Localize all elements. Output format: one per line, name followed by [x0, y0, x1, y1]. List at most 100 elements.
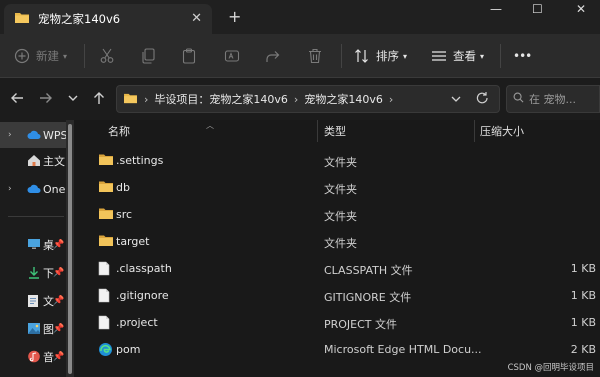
close-tab-icon[interactable]: ✕: [191, 11, 202, 26]
file-icon: [98, 261, 110, 279]
pin-icon: 📌: [53, 296, 65, 306]
file-size: 2 KB: [570, 343, 596, 356]
folder-icon: [98, 153, 114, 169]
sidebar-item-documents[interactable]: 文 📌: [0, 288, 66, 314]
delete-button[interactable]: [308, 34, 322, 78]
pin-icon: 📌: [53, 352, 65, 362]
file-row[interactable]: pom Microsoft Edge HTML Docu... 2 KB: [74, 336, 600, 363]
recent-locations-chevron-icon[interactable]: [68, 91, 78, 109]
breadcrumb-separator-icon: ›: [293, 92, 299, 106]
breadcrumb-separator-icon: ›: [144, 92, 149, 106]
expand-chevron-icon[interactable]: ›: [8, 184, 12, 194]
sidebar-item-label: WPS: [43, 128, 66, 142]
file-name: db: [116, 181, 130, 194]
file-size: 1 KB: [570, 316, 596, 329]
file-type: CLASSPATH 文件: [324, 264, 413, 277]
expand-chevron-icon[interactable]: ›: [8, 130, 12, 140]
file-row[interactable]: .classpath CLASSPATH 文件 1 KB: [74, 255, 600, 282]
pin-icon: 📌: [53, 324, 65, 334]
file-name: .classpath: [116, 262, 172, 275]
maximize-button[interactable]: ☐: [532, 2, 543, 16]
onedrive-cloud-icon: [27, 182, 41, 198]
pin-icon: 📌: [53, 268, 65, 278]
share-button[interactable]: [265, 34, 281, 78]
title-bar: 宠物之家140v6 ✕ + — ☐ ✕: [0, 0, 600, 34]
new-tab-button[interactable]: +: [228, 7, 241, 26]
sidebar-item-desktop[interactable]: 桌 📌: [0, 232, 66, 258]
file-row[interactable]: db 文件夹: [74, 174, 600, 201]
breadcrumb-separator-icon: ›: [388, 92, 394, 106]
file-name: target: [116, 235, 150, 248]
up-arrow-icon[interactable]: [92, 91, 106, 109]
chevron-down-icon: ▾: [403, 51, 408, 61]
address-bar[interactable]: › 毕设项目：宠物之家140v6 › 宠物之家140v6 ›: [116, 85, 500, 113]
file-type: 文件夹: [324, 156, 357, 169]
sidebar-item-onedrive[interactable]: › One: [0, 176, 66, 202]
file-row[interactable]: target 文件夹: [74, 228, 600, 255]
column-divider[interactable]: [317, 120, 318, 142]
file-type: Microsoft Edge HTML Docu...: [324, 343, 482, 356]
refresh-icon[interactable]: [476, 91, 489, 109]
forward-arrow-icon[interactable]: [39, 91, 53, 109]
copy-button[interactable]: [141, 34, 156, 78]
sort-label: 排序: [376, 49, 399, 63]
home-icon: [27, 154, 41, 170]
file-name: .project: [116, 316, 158, 329]
new-button[interactable]: 新建 ▾: [14, 34, 67, 78]
file-size: 1 KB: [570, 262, 596, 275]
file-size: 1 KB: [570, 289, 596, 302]
sidebar-item-wps[interactable]: › WPS: [0, 122, 66, 148]
folder-icon: [14, 11, 30, 27]
back-arrow-icon[interactable]: [10, 91, 24, 109]
file-icon: [98, 288, 110, 306]
view-button[interactable]: 查看 ▾: [431, 34, 484, 78]
sidebar-item-pictures[interactable]: 图 📌: [0, 316, 66, 342]
file-row[interactable]: src 文件夹: [74, 201, 600, 228]
file-row[interactable]: .gitignore GITIGNORE 文件 1 KB: [74, 282, 600, 309]
view-list-icon: [431, 49, 447, 63]
toolbar-divider: [84, 44, 85, 68]
column-header-compressed-size[interactable]: 压缩大小: [480, 120, 590, 142]
navigation-pane: › WPS 主文 › One 桌 📌 下 📌 文 📌 图 📌 音 📌: [0, 120, 66, 377]
file-row[interactable]: .settings 文件夹: [74, 147, 600, 174]
file-row[interactable]: .project PROJECT 文件 1 KB: [74, 309, 600, 336]
minimize-button[interactable]: —: [490, 2, 502, 16]
file-name: src: [116, 208, 133, 221]
address-dropdown-chevron-icon[interactable]: [451, 92, 461, 109]
breadcrumb-item[interactable]: 毕设项目：宠物之家140v6: [154, 91, 288, 107]
column-header-name[interactable]: 名称: [108, 120, 318, 142]
cut-button[interactable]: [100, 34, 114, 78]
trash-icon: [308, 48, 322, 64]
window-tab[interactable]: 宠物之家140v6 ✕: [4, 4, 212, 34]
copy-icon: [141, 48, 156, 64]
sidebar-divider: [8, 216, 64, 217]
sidebar-item-music[interactable]: 音 📌: [0, 344, 66, 370]
more-options-button[interactable]: •••: [513, 34, 532, 78]
command-bar: 新建 ▾ 排序 ▾ 查看 ▾ •••: [0, 34, 600, 78]
rename-button[interactable]: [224, 34, 240, 78]
edge-icon: [98, 342, 113, 360]
downloads-icon: [27, 266, 41, 282]
documents-icon: [27, 294, 39, 311]
column-header-type[interactable]: 类型: [324, 120, 474, 142]
scrollbar-thumb[interactable]: [68, 124, 72, 374]
sidebar-scrollbar[interactable]: [66, 120, 74, 377]
toolbar-divider: [500, 44, 501, 68]
sidebar-item-home[interactable]: 主文: [0, 148, 66, 174]
search-input[interactable]: [529, 92, 599, 106]
rename-icon: [224, 48, 240, 64]
paste-button[interactable]: [182, 34, 196, 78]
folder-icon: [98, 207, 114, 223]
chevron-down-icon: ▾: [480, 51, 485, 61]
breadcrumb-item[interactable]: 宠物之家140v6: [304, 91, 383, 107]
new-label: 新建: [36, 49, 59, 63]
pin-icon: 📌: [53, 240, 65, 250]
add-circle-icon: [14, 48, 30, 64]
file-type: GITIGNORE 文件: [324, 291, 412, 304]
sidebar-item-downloads[interactable]: 下 📌: [0, 260, 66, 286]
sort-button[interactable]: 排序 ▾: [354, 34, 407, 78]
scissors-icon: [100, 48, 114, 64]
search-box: [506, 85, 600, 113]
close-window-button[interactable]: ✕: [576, 2, 586, 16]
column-divider[interactable]: [474, 120, 475, 142]
